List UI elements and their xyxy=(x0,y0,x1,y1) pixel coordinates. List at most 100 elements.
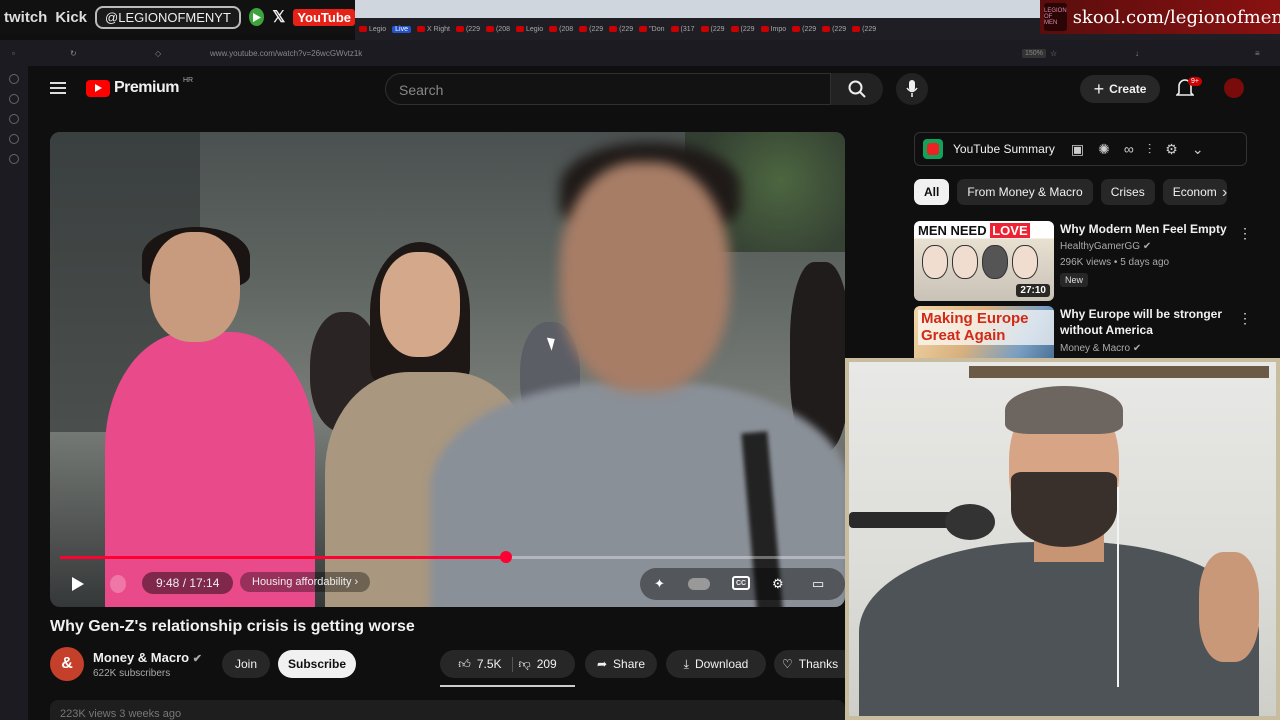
tab-label: (229 xyxy=(802,25,817,33)
subscribe-button[interactable]: Subscribe xyxy=(278,650,356,678)
play-icon[interactable] xyxy=(72,577,84,591)
url-text[interactable]: www.youtube.com/watch?v=26wcGWvtz1k xyxy=(210,49,362,58)
channel-name[interactable]: Money & Macro ✔ xyxy=(93,650,202,665)
sidebar-icon-5[interactable] xyxy=(9,154,19,164)
create-button[interactable]: + Create xyxy=(1080,75,1160,103)
chapter-button[interactable]: Housing affordability › xyxy=(240,572,371,592)
like-ratio-bar xyxy=(440,685,575,687)
player-controls: 9:48 / 17:14 Housing affordability › ✦ C… xyxy=(50,568,845,600)
tab-label: (229 xyxy=(740,25,755,33)
captions-button[interactable]: CC xyxy=(732,576,750,590)
youtube-logo[interactable]: Premium HR xyxy=(86,77,193,97)
volume-icon[interactable] xyxy=(110,575,126,593)
browser-tab[interactable]: Live xyxy=(392,25,411,33)
browser-tab[interactable]: (229 xyxy=(730,25,755,33)
browser-tab[interactable]: (229 xyxy=(579,26,603,33)
browser-tab[interactable]: Impo xyxy=(760,26,786,33)
progress-scrubber[interactable] xyxy=(499,551,512,563)
chip-all[interactable]: All xyxy=(914,179,950,205)
browser-tab[interactable]: "Don xyxy=(639,26,665,33)
thanks-button[interactable]: ♡ Thanks xyxy=(774,650,845,678)
hamburger-menu-icon[interactable] xyxy=(50,82,66,94)
account-avatar[interactable] xyxy=(1224,78,1244,98)
recommendation-channel[interactable]: HealthyGamerGG ✔ xyxy=(1060,241,1151,252)
browser-tab[interactable]: (229 xyxy=(609,26,633,33)
recommendation-title[interactable]: Why Europe will be stronger without Amer… xyxy=(1060,306,1230,338)
sidebar-icon-3[interactable] xyxy=(9,114,19,124)
browser-tab[interactable]: (208 xyxy=(485,26,510,33)
skool-url: skool.com/legionofmen xyxy=(1072,6,1280,28)
glasses-icon[interactable]: ∞ xyxy=(1124,141,1134,158)
like-button[interactable]: 👍︎ 7.5K xyxy=(458,656,513,672)
settings-gear-icon[interactable]: ⚙ xyxy=(772,576,784,592)
tab-favicon-icon xyxy=(792,26,801,32)
thumbs-up-icon: 👍︎ xyxy=(458,656,471,671)
new-badge: New xyxy=(1060,273,1089,287)
earbud-wire xyxy=(1117,487,1119,687)
recommendation-title[interactable]: Why Modern Men Feel Empty xyxy=(1060,221,1230,237)
browser-tab[interactable]: Legio xyxy=(515,26,543,33)
tab-favicon-icon xyxy=(700,26,709,32)
notification-badge: 9+ xyxy=(1188,77,1202,86)
bookmark-star-icon[interactable]: ☆ xyxy=(1050,49,1057,58)
summary-settings-icon[interactable]: ⚙ xyxy=(1165,141,1178,158)
dislike-button[interactable]: 👎︎ 209 xyxy=(519,657,557,672)
search-button[interactable] xyxy=(831,73,883,105)
more-options-icon[interactable]: ⋮ xyxy=(1238,310,1252,327)
rumble-icon xyxy=(248,8,265,26)
thumbs-down-icon: 👎︎ xyxy=(518,656,531,671)
sidebar-icon-4[interactable] xyxy=(9,134,19,144)
video-thumbnail[interactable]: MEN NEED LOVE 27:10 xyxy=(914,221,1054,301)
browser-tab[interactable]: (317 xyxy=(670,26,695,33)
voice-search-button[interactable] xyxy=(896,73,928,105)
video-frame-person xyxy=(105,332,315,607)
chip-from-channel[interactable]: From Money & Macro xyxy=(957,179,1093,205)
video-frame-person xyxy=(560,162,730,392)
sidebar-toggle-icon[interactable]: ▫ xyxy=(12,49,15,58)
chevron-down-icon[interactable]: ⌄ xyxy=(1192,141,1204,158)
join-button[interactable]: Join xyxy=(222,650,270,678)
menu-icon[interactable]: ≡ xyxy=(1255,49,1260,58)
youtube-summary-extension[interactable]: YouTube Summary ▣ ✺ ∞ ⫶ ⚙ ⌄ xyxy=(914,132,1247,166)
browser-tab[interactable]: (229 xyxy=(455,26,480,33)
zoom-indicator[interactable]: 150% xyxy=(1022,48,1046,58)
recommendation-item[interactable]: MEN NEED LOVE 27:10 Why Modern Men Feel … xyxy=(914,221,1252,301)
channel-avatar[interactable]: & xyxy=(50,647,84,681)
address-bar[interactable]: ▫ ↻ ◇ www.youtube.com/watch?v=26wcGWvtz1… xyxy=(0,40,1280,66)
search-input[interactable]: Search xyxy=(385,73,831,105)
miniplayer-icon[interactable]: ▭ xyxy=(812,576,824,592)
share-button[interactable]: ➦ Share xyxy=(585,650,657,678)
more-options-icon[interactable]: ⋮ xyxy=(1238,225,1252,242)
browser-tab[interactable]: Legio xyxy=(359,26,386,33)
download-button[interactable]: ⤓ Download xyxy=(666,650,766,678)
summary-label: YouTube Summary xyxy=(953,142,1055,156)
video-player[interactable]: 9:48 / 17:14 Housing affordability › ✦ C… xyxy=(50,132,845,607)
recommendation-channel[interactable]: Money & Macro ✔ xyxy=(1060,343,1141,354)
chevron-right-icon[interactable]: › xyxy=(1222,184,1227,202)
browser-tab[interactable]: X Right xyxy=(416,26,450,33)
autoplay-toggle[interactable] xyxy=(688,578,710,590)
description-box[interactable]: 223K views 3 weeks ago xyxy=(50,700,845,720)
tab-favicon-icon xyxy=(579,26,588,32)
tab-favicon-icon xyxy=(670,26,679,32)
browser-tab[interactable]: (229 xyxy=(792,26,816,33)
sidebar-icon-1[interactable] xyxy=(9,74,19,84)
transcript-icon[interactable]: ▣ xyxy=(1071,141,1084,158)
verified-icon: ✔ xyxy=(192,653,202,665)
browser-tab[interactable]: (208 xyxy=(549,26,573,33)
browser-tab[interactable]: (229 xyxy=(700,26,725,33)
chip-crises[interactable]: Crises xyxy=(1100,179,1155,205)
thumbnail-text-b: LOVE xyxy=(990,223,1030,238)
browser-tab[interactable]: (229 xyxy=(822,26,846,33)
chatgpt-icon[interactable]: ✺ xyxy=(1098,141,1110,158)
progress-bar[interactable] xyxy=(60,551,845,563)
kick-logo: Kick xyxy=(55,8,88,26)
chip-economy[interactable]: Econom xyxy=(1162,179,1227,205)
streamer-beard xyxy=(1011,472,1117,547)
browser-tab[interactable]: (229 xyxy=(852,26,876,33)
sidebar-icon-2[interactable] xyxy=(9,94,19,104)
audio-wave-icon[interactable]: ⫶ xyxy=(1148,141,1152,158)
downloads-icon[interactable]: ↓ xyxy=(1135,49,1139,58)
sparkle-icon[interactable]: ✦ xyxy=(654,576,665,592)
reload-icon[interactable]: ↻ xyxy=(70,49,77,58)
